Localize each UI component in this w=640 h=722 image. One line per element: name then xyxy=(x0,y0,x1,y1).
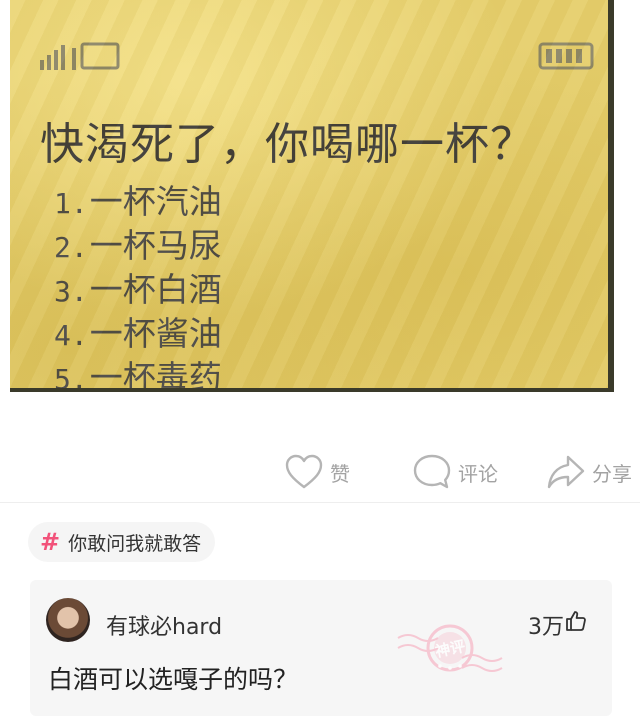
hot-comment-stamp-icon: 神评 xyxy=(397,624,503,672)
thumbs-up-icon[interactable] xyxy=(564,609,588,633)
option-text: 一杯酱油 xyxy=(89,314,222,353)
option-number: 3. xyxy=(54,275,88,308)
option-item: 4.一杯酱油 xyxy=(54,312,222,356)
option-number: 2. xyxy=(54,231,88,264)
comment-like-count: 3万 xyxy=(528,615,564,640)
option-item: 2.一杯马尿 xyxy=(54,224,222,268)
comment-bubble-icon xyxy=(413,454,451,489)
post-image[interactable]: 快渴死了，你喝哪一杯？ 1.一杯汽油 2.一杯马尿 3.一杯白酒 4.一杯酱油 … xyxy=(10,0,614,392)
topic-label: 你敢问我就敢答 xyxy=(68,532,202,555)
comment-text: 白酒可以选嘎子的吗？ xyxy=(48,665,299,694)
avatar[interactable] xyxy=(46,598,90,642)
comment-button[interactable]: 评论 xyxy=(412,452,498,492)
option-list: 1.一杯汽油 2.一杯马尿 3.一杯白酒 4.一杯酱油 5.一杯毒药 xyxy=(54,180,222,392)
share-label: 分享 xyxy=(592,461,632,486)
option-number: 5. xyxy=(54,363,88,392)
like-label: 赞 xyxy=(330,461,350,486)
option-item: 1.一杯汽油 xyxy=(54,180,222,224)
option-text: 一杯马尿 xyxy=(89,226,222,265)
share-button[interactable]: 分享 xyxy=(546,452,632,492)
option-item: 3.一杯白酒 xyxy=(54,268,222,312)
comment-label: 评论 xyxy=(458,461,498,486)
option-text: 一杯汽油 xyxy=(89,182,222,221)
like-button[interactable]: 赞 xyxy=(284,452,350,492)
battery-icon xyxy=(538,42,594,70)
divider xyxy=(0,502,640,503)
hashtag-icon: # xyxy=(40,528,61,556)
option-item: 5.一杯毒药 xyxy=(54,356,222,392)
option-number: 4. xyxy=(54,319,88,352)
option-text: 一杯毒药 xyxy=(89,358,222,392)
signal-icon xyxy=(40,42,120,70)
heart-icon xyxy=(285,454,323,489)
comment-username[interactable]: 有球必hard xyxy=(106,609,222,641)
topic-tag[interactable]: # 你敢问我就敢答 xyxy=(28,522,216,562)
share-arrow-icon xyxy=(547,455,585,489)
sms-question: 快渴死了，你喝哪一杯？ xyxy=(40,119,535,170)
hot-comment-card[interactable]: 有球必hard 神评 3万 白酒可以选嘎子的吗？ xyxy=(30,580,612,716)
option-text: 一杯白酒 xyxy=(89,270,222,309)
post-action-bar: 赞 评论 分享 xyxy=(0,446,640,502)
option-number: 1. xyxy=(54,187,88,220)
